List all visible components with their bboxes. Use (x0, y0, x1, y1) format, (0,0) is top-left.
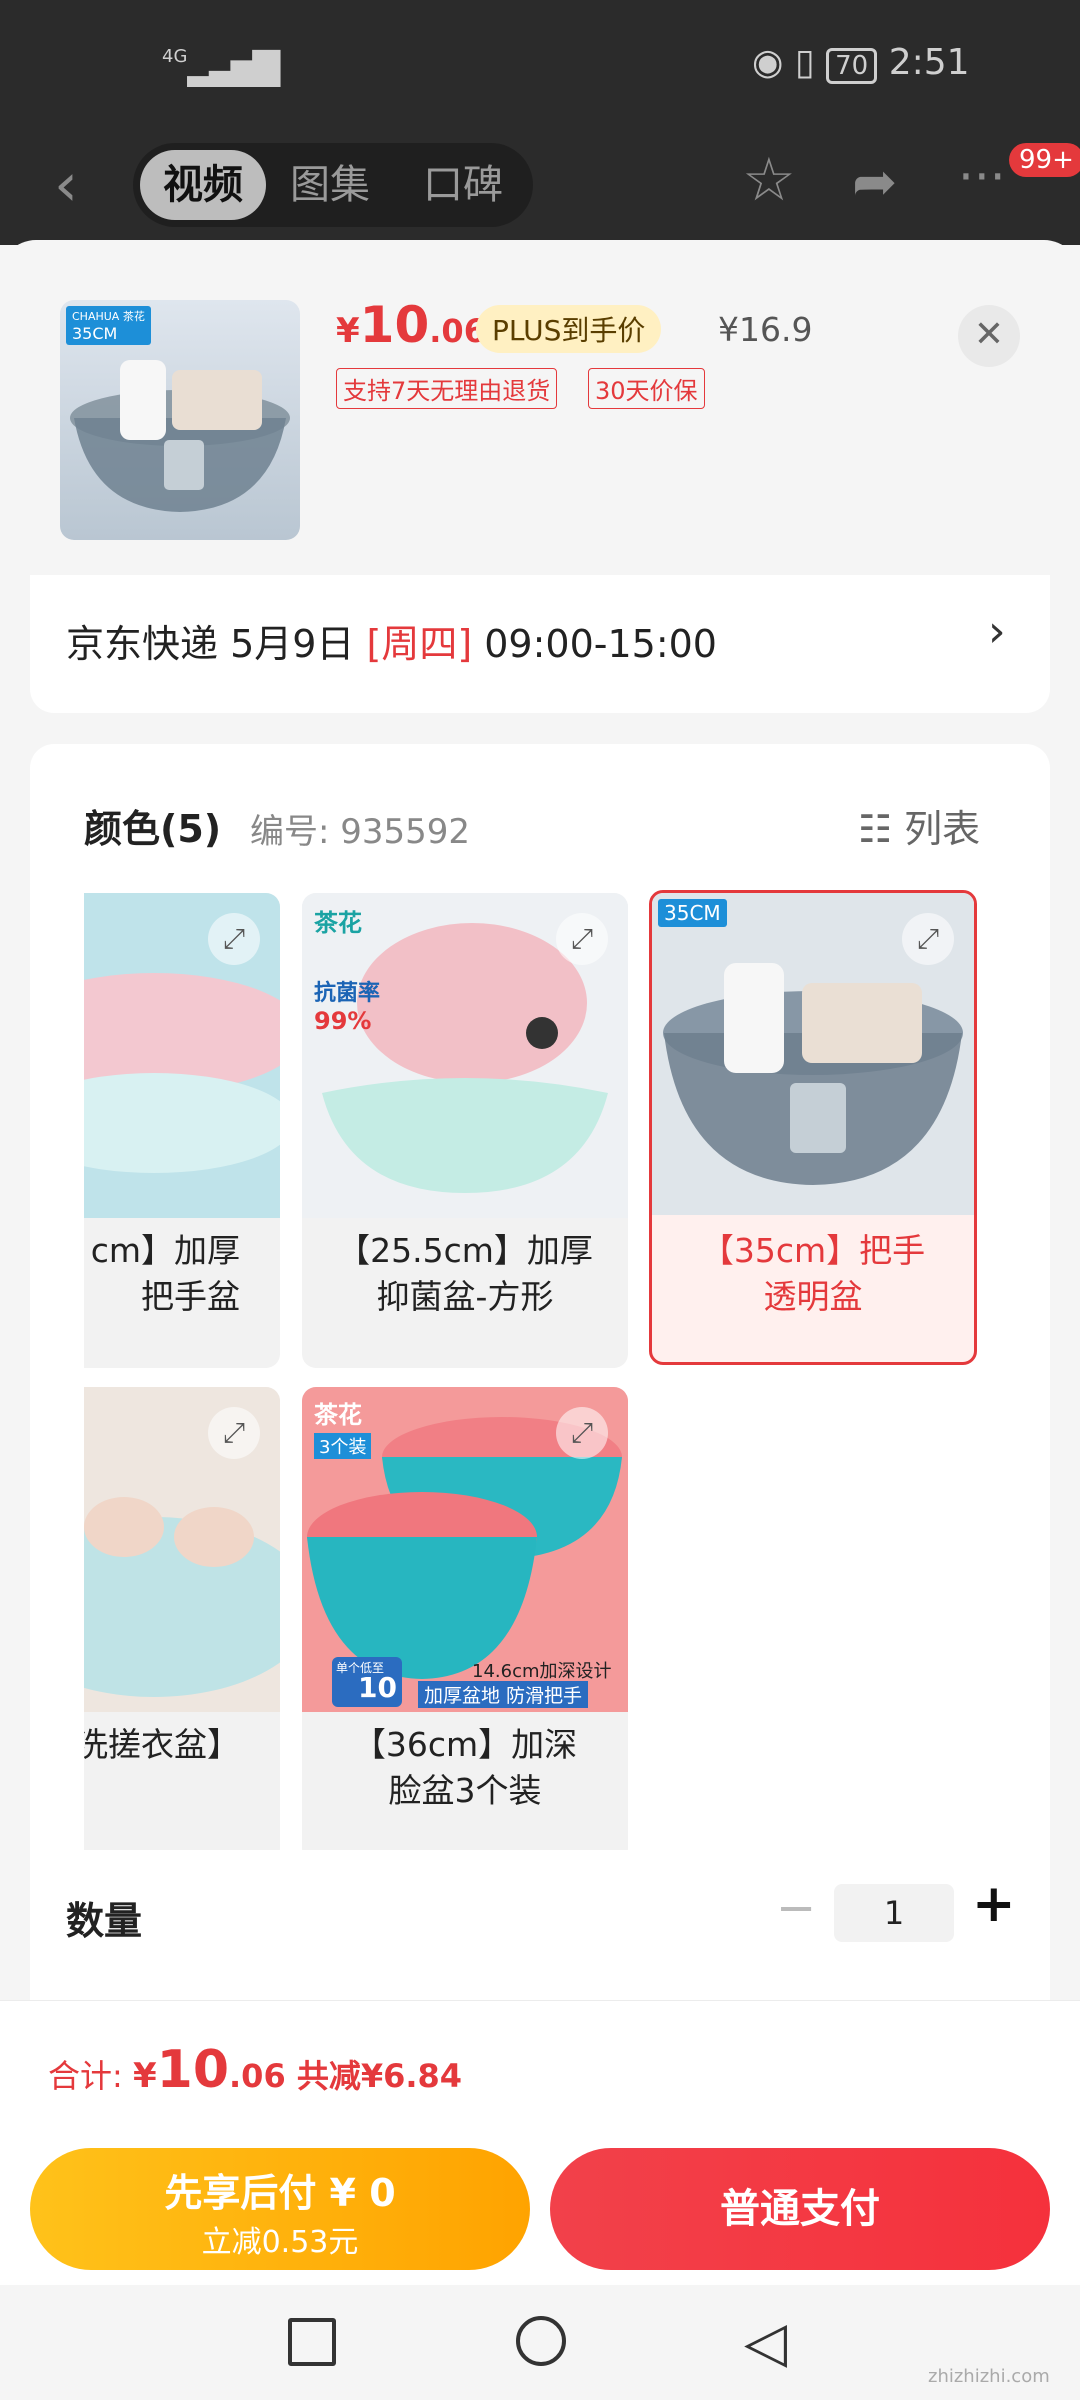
product-thumbnail[interactable]: CHAHUA 茶花 35CM (60, 300, 300, 540)
battery-icon: 70 (826, 48, 878, 84)
expand-icon[interactable]: ⤢ (556, 1407, 608, 1459)
back-icon[interactable]: ‹ (54, 150, 78, 220)
vibrate-icon: ▯ (794, 42, 815, 83)
tab-gallery[interactable]: 图集 (290, 150, 370, 220)
list-icon: ☷ (858, 807, 893, 851)
increase-button[interactable]: + (972, 1874, 1016, 1934)
status-time: 2:51 (888, 42, 970, 83)
home-icon[interactable] (516, 2316, 566, 2366)
quantity-input[interactable]: 1 (834, 1884, 954, 1942)
option-label: 【36cm】加深 脸盆3个装 (352, 1725, 578, 1810)
notification-badge: 99+ (1009, 143, 1080, 177)
design-note: 14.6cm加深设计 (472, 1661, 612, 1682)
eye-icon: ◉ (752, 42, 784, 83)
status-icons: ◉ ▯ 70 2:51 (752, 42, 970, 84)
color-option[interactable]: 茶花 抗菌率 99% ⤢ 【25.5cm】加厚 抑菌盆-方形 (302, 893, 628, 1368)
normal-pay-button[interactable]: 普通支付 (550, 2148, 1050, 2270)
delivery-info: 京东快递 5月9日 [周四] 09:00-15:00 (66, 622, 717, 666)
expand-icon[interactable]: ⤢ (208, 1407, 260, 1459)
star-icon[interactable]: ☆ (742, 145, 796, 215)
tab-video[interactable]: 视频 (140, 150, 266, 220)
expand-icon[interactable]: ⤢ (902, 913, 954, 965)
watermark: zhizhizhi.com (928, 2366, 1050, 2387)
basin-image (70, 360, 290, 512)
chevron-right-icon[interactable]: › (988, 606, 1006, 657)
size-badge: 35CM (658, 899, 727, 927)
color-options-grid: ⤢ cm】加厚 把手盆 茶花 抗菌率 99% ⤢ 【25.5cm】加厚 抑菌盆-方形 (84, 890, 1044, 1850)
option-label: 洗搓衣盆】 (84, 1725, 240, 1764)
decrease-button[interactable]: − (776, 1880, 816, 1936)
signal-indicator: 4G▂▃▅▇ (162, 46, 280, 87)
unit-price: 10 (358, 1671, 397, 1704)
price-protect-tag: 30天价保 (588, 368, 705, 409)
option-label: 【25.5cm】加厚 抑菌盆-方形 (337, 1231, 593, 1316)
option-label: cm】加厚 把手盆 (90, 1231, 240, 1316)
sale-price: ¥10.06 (336, 296, 486, 354)
expand-icon[interactable]: ⤢ (208, 913, 260, 965)
more-icon[interactable]: ··· (958, 148, 1006, 206)
pay-later-button[interactable]: 先享后付 ¥ 0 立减0.53元 (30, 2148, 530, 2270)
recent-apps-icon[interactable] (288, 2318, 336, 2366)
color-option[interactable]: ⤢ 洗搓衣盆】 (84, 1387, 280, 1850)
expand-icon[interactable]: ⤢ (556, 913, 608, 965)
total-summary: 合计: ¥10.06 共减¥6.84 (48, 2040, 463, 2100)
pack-badge: 3个装 (314, 1433, 372, 1459)
close-icon[interactable]: ✕ (958, 305, 1020, 367)
option-brand: 茶花 (314, 909, 362, 937)
share-icon[interactable]: ➦ (852, 150, 897, 213)
color-option[interactable]: 茶花 3个装 14.6cm加深设计 加厚盆地 防滑把手 单个低至 10 ⤢ 【3… (302, 1387, 628, 1850)
list-view-toggle[interactable]: ☷ 列表 (858, 798, 980, 853)
antibacterial-badge: 抗菌率 99% (314, 981, 381, 1035)
plus-price-badge: PLUS到手价 (476, 305, 662, 353)
feature-note: 加厚盆地 防滑把手 (418, 1681, 589, 1708)
back-nav-icon[interactable]: ◁ (744, 2310, 787, 2375)
option-brand: 茶花 (314, 1401, 362, 1429)
color-option-selected[interactable]: 35CM ⤢ 【35cm】把手 透明盆 (649, 890, 977, 1365)
item-code: 编号: 935592 (250, 812, 471, 852)
quantity-label: 数量 (66, 1899, 143, 1943)
tab-reviews[interactable]: 口碑 (423, 150, 503, 220)
original-price: ¥16.9 (718, 310, 813, 349)
option-label: 【35cm】把手 透明盆 (700, 1231, 926, 1316)
return-policy-tag: 支持7天无理由退货 (336, 368, 558, 409)
color-option[interactable]: ⤢ cm】加厚 把手盆 (84, 893, 280, 1368)
color-section-title: 颜色(5) (84, 807, 222, 851)
